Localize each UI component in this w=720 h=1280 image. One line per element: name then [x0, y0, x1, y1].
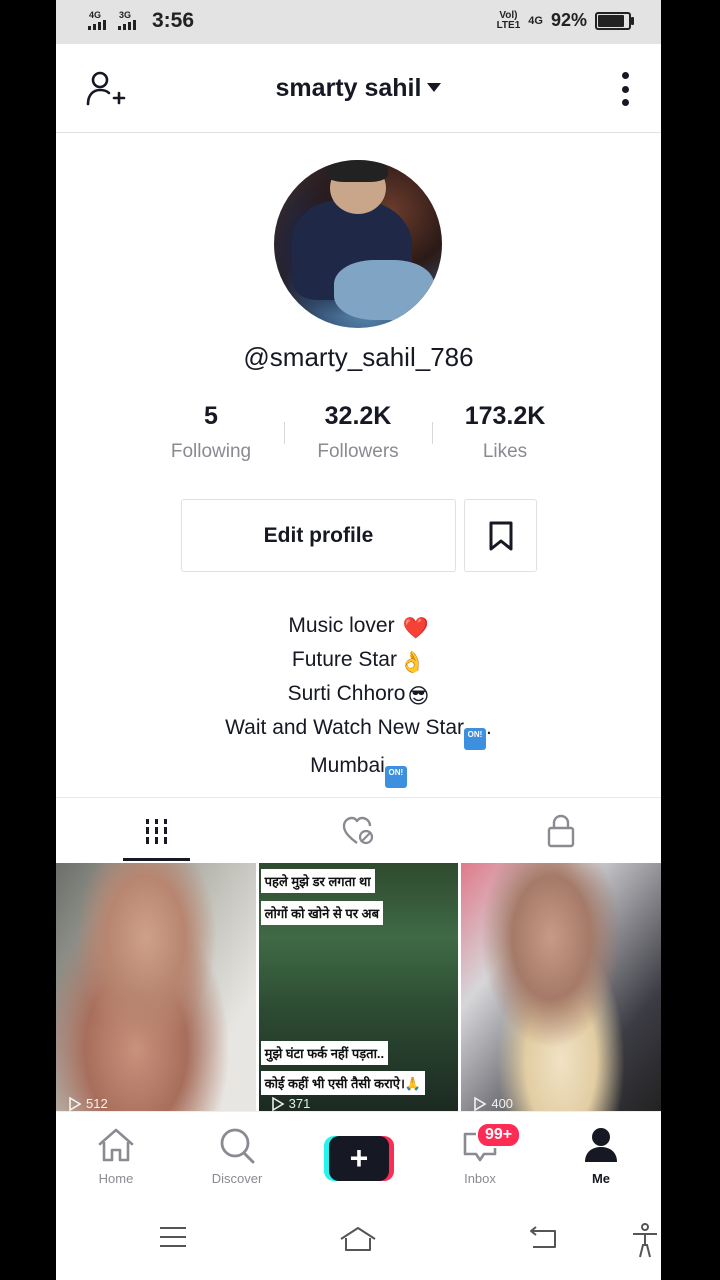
video-thumbnail[interactable]: पहले मुझे डर लगता था लोगों को खोने से पर…	[258, 863, 459, 1111]
video-thumbnail[interactable]: 512	[56, 863, 256, 1111]
battery-percent: 92%	[550, 10, 587, 30]
tab-active-indicator	[123, 858, 190, 861]
profile-title[interactable]: smarty sahil	[276, 74, 422, 102]
home-outline-icon	[340, 1227, 376, 1251]
video-caption: लोगों को खोने से पर अब	[260, 901, 384, 925]
bio-line: Mumbai ON!	[56, 750, 661, 788]
stat-following-value: 5	[204, 402, 218, 430]
liked-hidden-icon	[342, 816, 373, 845]
stat-divider	[284, 422, 285, 444]
sim1-signal-icon: 4G	[88, 10, 112, 32]
ok-hand-emoji-icon: 👌	[398, 651, 426, 674]
stat-following[interactable]: 5 Following	[141, 402, 281, 463]
volte-indicator: Vol) LTE1	[496, 9, 521, 31]
home-icon	[98, 1128, 134, 1162]
account-switch-caret-icon[interactable]	[427, 83, 442, 92]
back-icon	[530, 1226, 556, 1248]
username-handle: @smarty_sahil_786	[243, 342, 474, 372]
play-count-value: 400	[491, 1096, 514, 1111]
system-nav-bar	[56, 1197, 661, 1280]
video-caption: पहले मुझे डर लगता था	[260, 869, 375, 893]
bio-line: Future Star👌	[56, 644, 661, 678]
volte-bottom: LTE1	[496, 19, 521, 31]
volte-top: Vol)	[499, 9, 518, 21]
accessibility-icon	[633, 1223, 657, 1258]
nav-home-label: Home	[98, 1171, 134, 1186]
play-count-value: 512	[86, 1096, 108, 1111]
tab-videos[interactable]	[56, 798, 257, 864]
bio-text: Surti Chhoro	[287, 682, 406, 705]
play-icon	[474, 1096, 487, 1111]
stat-likes-label: Likes	[482, 441, 528, 462]
bio-text: Wait and Watch New Star	[225, 716, 464, 739]
stat-followers-value: 32.2K	[324, 402, 392, 430]
accessibility-button[interactable]	[630, 1223, 660, 1264]
stat-followers-label: Followers	[317, 441, 399, 462]
stat-likes[interactable]: 173.2K Likes	[435, 402, 575, 463]
status-bar: 4G 3G 3:56 Vol) LTE1 4G 92%	[56, 0, 661, 44]
search-icon	[220, 1128, 255, 1164]
bio-line: Wait and Watch New Star ON!.	[56, 712, 661, 750]
bookmark-icon	[489, 521, 512, 550]
sunglasses-emoji-icon: 😎	[407, 685, 430, 708]
back-button[interactable]	[527, 1225, 559, 1256]
stat-following-label: Following	[170, 441, 252, 462]
inbox-badge: 99+	[476, 1122, 522, 1148]
play-count: 400	[473, 1096, 513, 1111]
recent-apps-button[interactable]	[158, 1225, 188, 1254]
status-time: 3:56	[152, 9, 195, 32]
video-thumbnail[interactable]: 400	[461, 863, 661, 1111]
video-grid: 512 पहले मुझे डर लगता था लोगों को खोने स…	[56, 863, 661, 1111]
lock-icon	[547, 814, 574, 848]
bookmark-button[interactable]	[464, 499, 537, 572]
nav-me-label: Me	[591, 1171, 611, 1186]
nav-me[interactable]: Me	[561, 1126, 641, 1186]
bio-text: Mumbai	[310, 754, 385, 777]
play-count-value: 371	[288, 1096, 311, 1111]
bio-line: Surti Chhoro😎	[56, 678, 661, 712]
vertical-dots-icon[interactable]	[619, 72, 631, 106]
play-count: 512	[68, 1096, 108, 1111]
edit-profile-button[interactable]: Edit profile	[181, 499, 456, 572]
bio-text: Future Star	[291, 648, 397, 671]
avatar[interactable]	[274, 160, 442, 328]
profile-icon	[585, 1128, 617, 1162]
profile-tabs	[56, 797, 661, 864]
nav-home[interactable]: Home	[76, 1126, 156, 1186]
play-icon	[69, 1096, 82, 1111]
plus-icon: +	[329, 1136, 389, 1181]
nav-inbox-label: Inbox	[464, 1171, 496, 1186]
video-caption: मुझे घंटा फर्क नहीं पड़ता..	[260, 1041, 389, 1065]
battery-icon	[595, 11, 634, 30]
heart-emoji-icon: ❤️	[402, 617, 429, 640]
on-arrow-emoji-icon: ON!	[384, 766, 407, 788]
videos-grid-icon	[145, 819, 167, 844]
bottom-nav: Home Discover + Inbox 99+ Me	[56, 1111, 661, 1198]
bio-suffix: .	[486, 716, 492, 739]
create-video-button[interactable]: +	[324, 1136, 394, 1181]
tab-liked[interactable]	[258, 798, 459, 864]
play-count: 371	[271, 1096, 311, 1111]
nav-discover[interactable]: Discover	[197, 1126, 277, 1186]
sim1-network-label: 4G	[89, 10, 102, 20]
phone-screen: 4G 3G 3:56 Vol) LTE1 4G 92% smarty sahil…	[56, 0, 661, 1280]
bio-text: Music lover	[288, 614, 401, 637]
profile-bio: Music lover ❤️ Future Star👌 Surti Chhoro…	[56, 610, 661, 788]
stat-followers[interactable]: 32.2K Followers	[288, 402, 428, 463]
sim2-network-label: 3G	[119, 10, 132, 20]
stat-divider	[432, 422, 433, 444]
play-icon	[271, 1096, 285, 1111]
tab-private[interactable]	[460, 798, 661, 864]
video-caption: कोई कहीं भी एसी तैसी कराऐ।🙏	[260, 1071, 426, 1095]
menu-icon	[160, 1227, 186, 1247]
on-arrow-emoji-icon: ON!	[464, 728, 486, 750]
network-type: 4G	[528, 14, 543, 27]
nav-discover-label: Discover	[211, 1171, 263, 1186]
home-system-button[interactable]	[338, 1225, 378, 1258]
profile-header: smarty sahil	[56, 44, 661, 133]
stat-likes-value: 173.2K	[464, 402, 546, 430]
sim2-signal-icon: 3G	[118, 10, 142, 32]
bio-line: Music lover ❤️	[56, 610, 661, 644]
